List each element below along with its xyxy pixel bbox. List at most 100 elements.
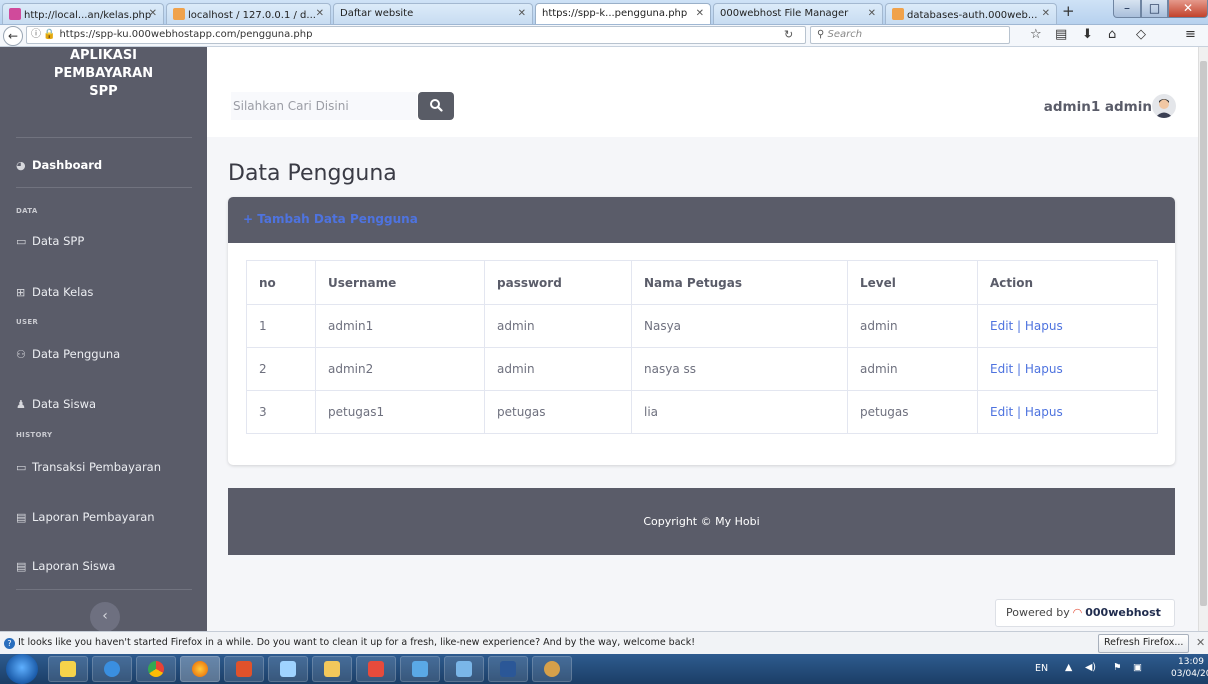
bookmark-star-icon[interactable]: ☆ <box>1030 27 1042 42</box>
close-tab-icon[interactable]: ✕ <box>518 8 526 19</box>
page-scrollbar[interactable] <box>1198 47 1208 631</box>
file-explorer-app-icon[interactable] <box>312 656 352 682</box>
sidebar-item-transaksi[interactable]: ▭ Transaksi Pembayaran <box>16 460 161 474</box>
column-header: Action <box>977 260 1158 305</box>
network-icon[interactable]: ▣ <box>1133 662 1142 673</box>
close-tab-icon[interactable]: ✕ <box>696 8 704 19</box>
table-header-row: no Username password Nama Petugas Level … <box>246 260 1158 305</box>
info-icon[interactable]: ⓘ <box>31 29 41 40</box>
sidebar-item-label: Laporan Pembayaran <box>32 510 155 524</box>
menu-hamburger-icon[interactable]: ≡ <box>1185 27 1196 42</box>
firefox-app-icon[interactable] <box>180 656 220 682</box>
download-icon[interactable]: ⬇ <box>1082 27 1093 42</box>
user-name[interactable]: admin1 admin <box>1044 99 1152 115</box>
sidebar-item-label: Data Siswa <box>32 397 97 411</box>
site-favicon-icon <box>9 8 21 20</box>
system-clock[interactable]: 13:09 03/04/2021 <box>1171 656 1208 680</box>
search-icon: ⚲ <box>817 29 825 40</box>
sidebar-section-heading: HISTORY <box>16 431 53 439</box>
info-icon: ? <box>4 638 15 649</box>
url-text: https://spp-ku.000webhostapp.com/penggun… <box>59 29 313 40</box>
cell-no: 1 <box>246 304 316 348</box>
close-window-button[interactable]: ✕ <box>1168 0 1208 18</box>
search-input[interactable] <box>231 92 417 120</box>
avatar[interactable] <box>1152 94 1176 118</box>
sidebar-item-label: Dashboard <box>32 158 103 172</box>
browser-tab[interactable]: databases-auth.000web... ✕ <box>885 3 1057 24</box>
action-center-flag-icon[interactable]: ⚑ <box>1113 662 1122 673</box>
tab-label: https://spp-k...pengguna.php <box>542 8 688 19</box>
phpmyadmin-favicon-icon <box>173 8 185 20</box>
word-app-icon[interactable] <box>488 656 528 682</box>
xampp-app-icon[interactable] <box>356 656 396 682</box>
sidebar-divider <box>16 589 192 590</box>
sidebar-collapse-button[interactable]: ‹ <box>90 602 120 631</box>
browser-search-box[interactable]: ⚲ Search <box>810 26 1010 44</box>
maximize-window-button[interactable]: □ <box>1141 0 1168 18</box>
minimize-window-button[interactable]: – <box>1113 0 1141 18</box>
control-panel-app-icon[interactable] <box>444 656 484 682</box>
close-tab-icon[interactable]: ✕ <box>316 8 324 19</box>
close-tab-icon[interactable]: ✕ <box>868 8 876 19</box>
home-icon[interactable]: ⌂ <box>1108 27 1116 42</box>
back-arrow-icon[interactable]: ← <box>3 26 23 46</box>
chevron-left-icon: ‹ <box>102 608 108 624</box>
cell-username: petugas1 <box>315 390 485 434</box>
site-favicon-icon <box>892 8 904 20</box>
cell-username: admin1 <box>315 304 485 348</box>
internet-explorer-app-icon[interactable] <box>92 656 132 682</box>
cell-username: admin2 <box>315 347 485 391</box>
show-hidden-icons-icon[interactable]: ▲ <box>1065 662 1072 673</box>
refresh-firefox-button[interactable]: Refresh Firefox... <box>1098 634 1190 653</box>
reload-icon[interactable]: ↻ <box>784 28 793 41</box>
add-user-button[interactable]: + Tambah Data Pengguna <box>243 212 418 226</box>
browser-tab[interactable]: http://local...an/kelas.php ✕ <box>2 3 164 24</box>
language-indicator[interactable]: EN <box>1035 663 1048 674</box>
cell-level: admin <box>847 347 978 391</box>
search-placeholder: Search <box>827 29 863 40</box>
sidebar-item-laporan-pembayaran[interactable]: ▤ Laporan Pembayaran <box>16 510 155 524</box>
close-tab-icon[interactable]: ✕ <box>149 8 157 19</box>
chrome-app-icon[interactable] <box>136 656 176 682</box>
cell-nama-petugas: Nasya <box>631 304 848 348</box>
search-button[interactable] <box>418 92 454 120</box>
sticky-notes-app-icon[interactable] <box>48 656 88 682</box>
browser-tab[interactable]: localhost / 127.0.0.1 / d... ✕ <box>166 3 331 24</box>
volume-icon[interactable]: ◀) <box>1085 662 1096 673</box>
sidebar-item-data-kelas[interactable]: ⊞ Data Kelas <box>16 285 93 299</box>
notepad-app-icon[interactable] <box>268 656 308 682</box>
credit-card-icon: ▭ <box>16 461 27 474</box>
browser-tab-active[interactable]: https://spp-k...pengguna.php ✕ <box>535 3 711 24</box>
app-brand[interactable]: APLIKASI PEMBAYARAN SPP <box>0 47 207 137</box>
browser-tab[interactable]: Daftar website ✕ <box>333 3 533 24</box>
edit-hapus-links[interactable]: Edit | Hapus <box>990 405 1063 419</box>
pocket-icon[interactable]: ◇ <box>1136 27 1146 42</box>
edit-hapus-links[interactable]: Edit | Hapus <box>990 362 1063 376</box>
sidebar-item-data-spp[interactable]: ▭ Data SPP <box>16 234 84 248</box>
media-app-icon[interactable] <box>224 656 264 682</box>
paint-app-icon[interactable] <box>532 656 572 682</box>
powered-by-badge[interactable]: Powered by ◠ 000webhost <box>995 599 1175 627</box>
browser-tab[interactable]: 000webhost File Manager ✕ <box>713 3 883 24</box>
cell-password: admin <box>484 347 632 391</box>
scrollbar-thumb[interactable] <box>1200 61 1207 606</box>
sidebar-item-data-pengguna[interactable]: ⚇ Data Pengguna <box>16 347 120 361</box>
address-bar[interactable]: ⓘ 🔒 https://spp-ku.000webhostapp.com/pengg… <box>26 26 806 44</box>
start-button[interactable] <box>6 654 38 684</box>
close-icon[interactable]: ✕ <box>1196 632 1205 653</box>
column-header: password <box>484 260 632 305</box>
sidebar-item-laporan-siswa[interactable]: ▤ Laporan Siswa <box>16 559 115 573</box>
page-title: Data Pengguna <box>228 161 397 186</box>
editor-app-icon[interactable] <box>400 656 440 682</box>
money-bill-icon: ▭ <box>16 235 27 248</box>
sidebar-item-dashboard[interactable]: ◕ Dashboard <box>16 158 102 172</box>
brand-line: SPP <box>89 84 118 99</box>
new-tab-button[interactable]: + <box>1062 2 1075 20</box>
sidebar-item-data-siswa[interactable]: ♟ Data Siswa <box>16 397 96 411</box>
sidebar-item-label: Transaksi Pembayaran <box>32 460 162 474</box>
edit-hapus-links[interactable]: Edit | Hapus <box>990 319 1063 333</box>
tab-label: Daftar website <box>340 8 414 19</box>
data-card: + Tambah Data Pengguna no Username passw… <box>228 197 1175 465</box>
bookmarks-list-icon[interactable]: ▤ <box>1055 27 1067 42</box>
close-tab-icon[interactable]: ✕ <box>1042 8 1050 19</box>
